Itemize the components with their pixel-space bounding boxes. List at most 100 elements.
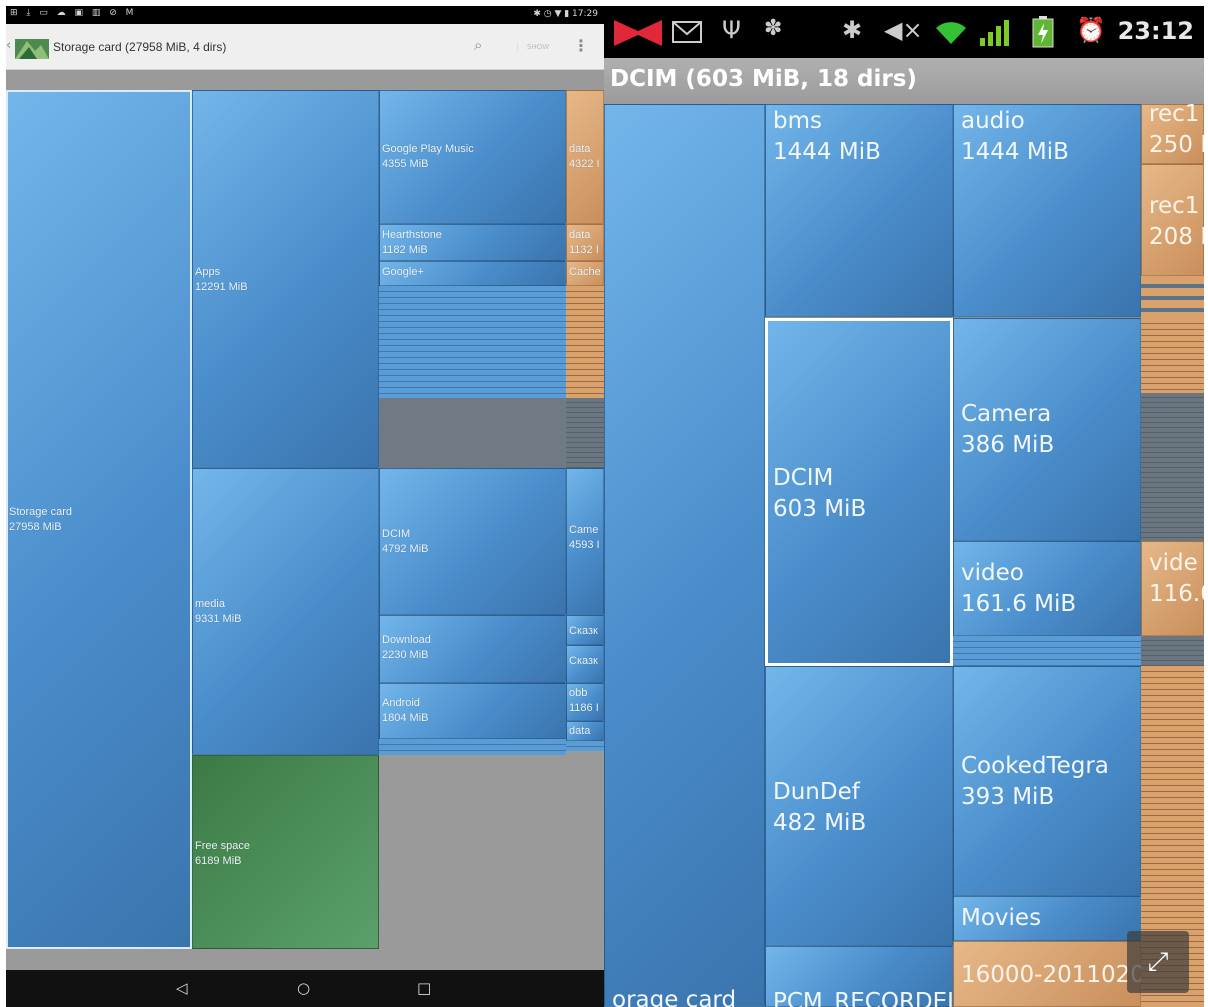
node-size: 12291 MiB	[195, 281, 248, 293]
treemap-node-movies[interactable]: Movies	[953, 896, 1141, 941]
treemap-node-download[interactable]: Download 2230 MiB	[379, 615, 566, 683]
node-name: Hearthstone	[382, 229, 442, 241]
treemap-node-data-3[interactable]: data	[566, 721, 604, 741]
node-name: Download	[382, 634, 431, 646]
back-chevron-icon[interactable]: ‹	[6, 38, 11, 53]
node-name: CookedTegra	[961, 753, 1109, 779]
node-name: DunDef	[773, 779, 860, 805]
node-size: 1804 MiB	[382, 712, 429, 724]
fullscreen-toggle-icon[interactable]: ⤢	[1127, 931, 1189, 993]
treemap-node-dcim[interactable]: DCIM 603 MiB	[765, 318, 953, 666]
bluetooth-icon: ✱	[842, 16, 863, 44]
node-name: Google+	[382, 266, 424, 278]
notification-icons: ⊞ ⤓ ▭ ☁ ▣ ▥ ⊘ M	[10, 8, 137, 18]
node-name: Cache	[569, 266, 601, 278]
treemap-node-16000[interactable]: 16000-2011020	[953, 941, 1145, 1007]
node-size: 116.0	[1149, 581, 1204, 607]
overflow-menu-icon[interactable]: ⋮	[573, 36, 589, 55]
treemap-node-rec1-b[interactable]: rec1 208 I	[1141, 164, 1204, 276]
treemap-small-nodes-data[interactable]	[566, 286, 604, 398]
show-button[interactable]: SHOW	[517, 43, 549, 51]
bow-tie-icon	[614, 20, 662, 46]
treemap-node-skazki-1[interactable]: Сказк	[566, 615, 604, 645]
treemap-small-nodes-rec[interactable]	[1141, 276, 1204, 318]
treemap-small-nodes-apps[interactable]	[379, 286, 566, 398]
page-title: Storage card (27958 MiB, 4 dirs)	[53, 40, 227, 54]
node-name: rec1	[1149, 101, 1200, 127]
status-right: ✱ ◷ ▼ ▮ 17:29	[533, 9, 598, 19]
node-size: 393 MiB	[961, 784, 1055, 810]
treemap-node-dundef[interactable]: DunDef 482 MiB	[765, 666, 953, 946]
treemap-node-cookedtegra[interactable]: CookedTegra 393 MiB	[953, 666, 1141, 896]
treemap-node-obb[interactable]: obb 1186 I	[566, 683, 604, 721]
treemap-node-camera[interactable]: Camera 386 MiB	[953, 318, 1141, 541]
navigation-bar: ◁ ○ □	[6, 970, 604, 1007]
nav-back-icon[interactable]: ◁	[176, 979, 188, 997]
treemap-node-android[interactable]: Android 1804 MiB	[379, 683, 566, 739]
node-name: 16000-2011020	[961, 962, 1145, 988]
treemap-node-apps[interactable]: Apps 12291 MiB	[192, 90, 379, 468]
usb-icon: Ψ	[722, 16, 741, 44]
node-size: 1132 I	[569, 244, 599, 256]
nav-home-icon[interactable]: ○	[297, 979, 310, 997]
treemap-node-skazki-2[interactable]: Сказк	[566, 645, 604, 683]
node-name: Сказк	[569, 655, 598, 667]
battery-charging-icon	[1032, 16, 1054, 48]
node-size: 1182 MiB	[382, 244, 428, 256]
treemap-node-camera[interactable]: Came 4593 I	[566, 468, 604, 615]
node-name: Apps	[195, 266, 221, 278]
treemap-small-nodes-gray[interactable]	[566, 398, 604, 468]
node-name: orage card	[612, 987, 737, 1007]
node-size: 208 I	[1149, 224, 1204, 250]
status-bar: Ψ ✽ ✱ ◀× ⏰ 23:12	[604, 6, 1204, 58]
action-bar: ‹ Storage card (27958 MiB, 4 dirs) ⌕ SHO…	[6, 24, 604, 70]
app-logo-icon[interactable]	[15, 35, 49, 59]
clock: 23:12	[1117, 17, 1194, 45]
treemap-small-nodes-camera[interactable]	[953, 636, 1141, 666]
treemap-node-media[interactable]: media 9331 MiB	[192, 468, 379, 755]
node-size: 603 MiB	[773, 496, 867, 522]
search-icon[interactable]: ⌕	[474, 36, 482, 54]
treemap-node-pcm-recorder[interactable]: PCM_RECORDEI	[765, 946, 954, 1007]
mute-icon: ◀×	[884, 16, 923, 44]
node-name: media	[195, 598, 225, 610]
treemap-node-google-play-music[interactable]: Google Play Music 4355 MiB	[379, 90, 566, 224]
treemap-small-nodes-media[interactable]	[379, 739, 566, 755]
node-name: Free space	[195, 840, 251, 852]
status-bar: ⊞ ⤓ ▭ ☁ ▣ ▥ ⊘ M ✱ ◷ ▼ ▮ 17:29	[6, 6, 604, 24]
nav-recents-icon[interactable]: □	[417, 979, 431, 997]
treemap-node-video[interactable]: video 161.6 MiB	[953, 541, 1141, 636]
treemap-node-video-2[interactable]: vide 116.0	[1141, 541, 1204, 636]
treemap-node-hearthstone[interactable]: Hearthstone 1182 MiB	[379, 224, 566, 261]
treemap-node-storage-card[interactable]: orage card	[604, 104, 765, 1007]
node-size: 386 MiB	[961, 432, 1055, 458]
treemap-small-nodes-gray-2[interactable]	[1141, 636, 1204, 666]
node-size: 6189 MiB	[195, 855, 242, 867]
node-size: 4593 I	[569, 539, 600, 551]
treemap-small-nodes-gray[interactable]	[1141, 393, 1204, 541]
node-name: obb	[569, 687, 588, 699]
treemap-node-dcim[interactable]: DCIM 4792 MiB	[379, 468, 566, 615]
treemap-node-unlabeled-gray[interactable]	[379, 398, 566, 468]
node-name: bms	[773, 108, 822, 134]
treemap-node-bms[interactable]: bms 1444 MiB	[765, 104, 953, 317]
left-screenshot: ⊞ ⤓ ▭ ☁ ▣ ▥ ⊘ M ✱ ◷ ▼ ▮ 17:29 ‹ Storage …	[6, 6, 604, 1007]
treemap-node-google-plus[interactable]: Google+	[379, 261, 566, 286]
treemap-node-rec1-a[interactable]: rec1 250 I	[1141, 101, 1204, 164]
treemap-node-storage-card[interactable]: Storage card 27958 MiB	[6, 90, 192, 949]
treemap-small-nodes-media-2[interactable]	[566, 741, 604, 751]
treemap-node-audio[interactable]: audio 1444 MiB	[953, 104, 1141, 317]
node-name: audio	[961, 108, 1025, 134]
treemap-node-data-2[interactable]: data 1132 I	[566, 224, 604, 261]
node-name: Google Play Music	[382, 143, 474, 155]
treemap-node-data-1[interactable]: data 4322 I	[566, 90, 604, 224]
treemap-small-nodes-tan-1[interactable]	[1141, 318, 1204, 393]
node-name: data	[569, 229, 591, 241]
node-name: vide	[1149, 550, 1198, 576]
node-size: 2230 MiB	[382, 649, 429, 661]
treemap-node-free-space[interactable]: Free space 6189 MiB	[192, 755, 379, 949]
node-name: data	[569, 143, 591, 155]
node-size: 9331 MiB	[195, 613, 242, 625]
node-size: 1186 I	[569, 702, 599, 714]
treemap-node-cache[interactable]: Cache	[566, 261, 604, 286]
